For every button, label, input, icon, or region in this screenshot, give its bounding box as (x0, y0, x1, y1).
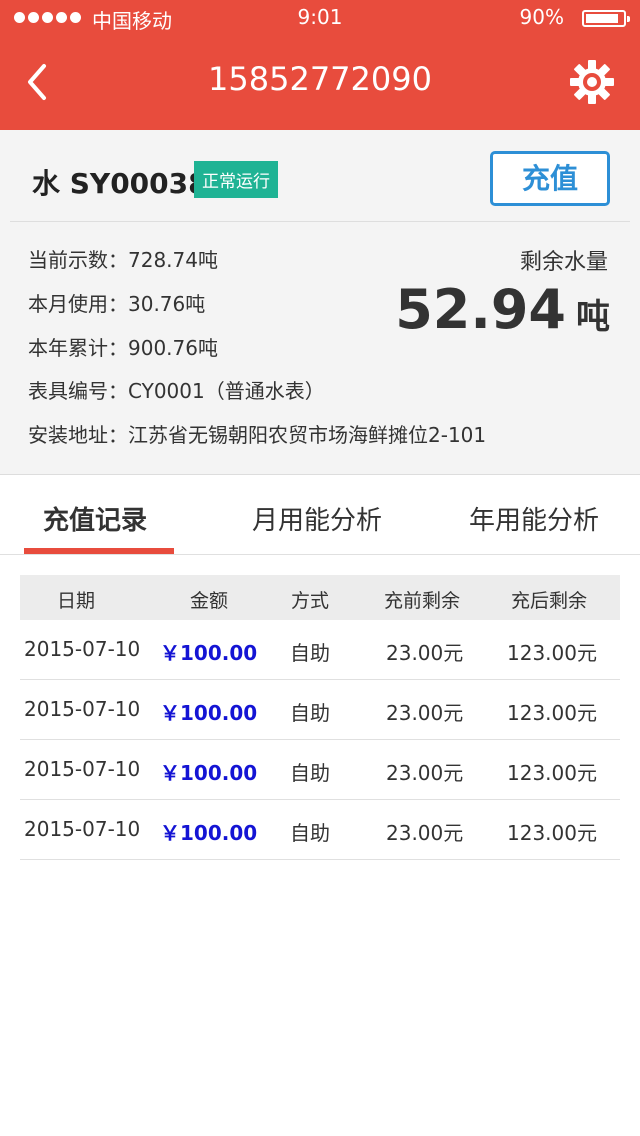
status-badge: 正常运行 (194, 161, 278, 198)
cell-method: 自助 (290, 761, 330, 785)
status-bar: 中国移动 9:01 90% (0, 0, 640, 36)
tab-monthly-analysis[interactable]: 月用能分析 (252, 500, 382, 537)
cell-after: 123.00元 (507, 641, 597, 665)
column-header-amount: 金额 (190, 590, 229, 612)
battery-percent: 90% (519, 5, 564, 29)
table-row[interactable]: 2015-07-10 ￥100.00 自助 23.00元 123.00元 (20, 740, 620, 800)
current-reading: 当前示数：728.74吨 (28, 248, 218, 272)
table-row[interactable]: 2015-07-10 ￥100.00 自助 23.00元 123.00元 (20, 800, 620, 860)
tab-recharge-records[interactable]: 充值记录 (43, 500, 147, 537)
cell-before: 23.00元 (386, 821, 464, 845)
cell-before: 23.00元 (386, 641, 464, 665)
tab-bar: 充值记录 月用能分析 年用能分析 (0, 474, 640, 555)
meter-name: 水 SY00038 (32, 167, 208, 200)
cell-method: 自助 (290, 821, 330, 845)
cell-date: 2015-07-10 (24, 757, 141, 781)
cell-amount: ￥100.00 (160, 761, 258, 785)
cell-method: 自助 (290, 701, 330, 725)
page-title: 15852772090 (208, 60, 432, 98)
remaining-unit: 吨 (576, 297, 610, 337)
remaining-value: 52.94 吨 (395, 278, 610, 341)
remaining-label: 剩余水量 (519, 250, 608, 275)
recharge-table: 日期 金额 方式 充前剩余 充后剩余 2015-07-10 ￥100.00 自助… (20, 575, 620, 860)
meter-info-card: 水 SY00038 正常运行 充值 当前示数：728.74吨 本月使用：30.7… (0, 130, 640, 475)
cell-amount: ￥100.00 (160, 641, 258, 665)
column-header-after: 充后剩余 (511, 590, 588, 612)
table-header: 日期 金额 方式 充前剩余 充后剩余 (20, 575, 620, 620)
cell-before: 23.00元 (386, 701, 464, 725)
month-usage: 本月使用：30.76吨 (28, 292, 206, 316)
cell-after: 123.00元 (507, 761, 597, 785)
install-address: 安装地址：江苏省无锡朝阳农贸市场海鲜摊位2-101 (28, 423, 487, 447)
active-tab-indicator (24, 548, 174, 554)
table-row[interactable]: 2015-07-10 ￥100.00 自助 23.00元 123.00元 (20, 680, 620, 740)
cell-date: 2015-07-10 (24, 637, 141, 661)
column-header-method: 方式 (291, 590, 330, 612)
cell-after: 123.00元 (507, 701, 597, 725)
column-header-before: 充前剩余 (384, 590, 461, 612)
cell-before: 23.00元 (386, 761, 464, 785)
cell-amount: ￥100.00 (160, 821, 258, 845)
divider (10, 221, 630, 222)
app-header: 中国移动 9:01 90% 15852772090 (0, 0, 640, 130)
tab-yearly-analysis[interactable]: 年用能分析 (469, 500, 599, 537)
battery-icon (582, 10, 630, 27)
column-header-date: 日期 (57, 590, 96, 612)
cell-date: 2015-07-10 (24, 697, 141, 721)
cell-after: 123.00元 (507, 821, 597, 845)
year-total: 本年累计：900.76吨 (28, 336, 218, 360)
cell-date: 2015-07-10 (24, 817, 141, 841)
cell-method: 自助 (290, 641, 330, 665)
remaining-number: 52.94 (395, 278, 566, 341)
gear-icon[interactable] (570, 60, 614, 104)
meter-number: 表具编号：CY0001（普通水表） (28, 379, 325, 403)
cell-amount: ￥100.00 (160, 701, 258, 725)
table-row[interactable]: 2015-07-10 ￥100.00 自助 23.00元 123.00元 (20, 620, 620, 680)
recharge-button[interactable]: 充值 (490, 151, 610, 206)
